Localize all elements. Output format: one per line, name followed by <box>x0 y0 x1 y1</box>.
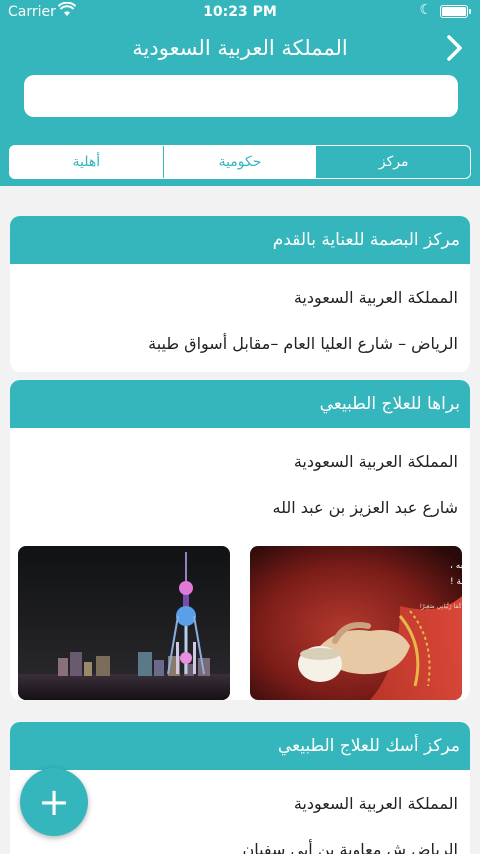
tab-government[interactable]: حكومية <box>162 146 317 178</box>
battery-icon <box>440 5 471 18</box>
center-country: المملكة العربية السعودية <box>293 287 458 307</box>
clock: 10:23 PM <box>203 4 277 20</box>
center-address: الرياض ش معاوية بن أبي سفيان <box>242 839 458 854</box>
search-input[interactable] <box>24 75 458 117</box>
do-not-disturb-icon: ☾ <box>419 2 432 18</box>
center-name: مركز أسك للعلاج الطبيعي <box>10 722 470 770</box>
center-photo-hands[interactable]: ومن كانت بين يديه فليحمد ربه ، فلا زال ع… <box>250 546 462 700</box>
center-card[interactable]: مركز البصمة للعناية بالقدم المملكة العرب… <box>10 216 470 372</box>
category-tabs: أهلية حكومية مركز <box>9 145 471 179</box>
centers-list[interactable]: مركز البصمة للعناية بالقدم المملكة العرب… <box>0 186 480 854</box>
center-card[interactable]: براها للعلاج الطبيعي المملكة العربية الس… <box>10 380 470 700</box>
header: Carrier 10:23 PM ☾ المملكة العربية السعو… <box>0 0 480 186</box>
tab-center[interactable]: مركز <box>316 146 470 178</box>
photo-caption-line-1: ومن كانت بين يديه فليحمد ربه ، <box>450 561 462 571</box>
photo-caption-small: ربِّ ارْحَمْهُمَا كَمَا رَبَّيَانِي صَغِ… <box>420 602 462 610</box>
center-photos: ومن كانت بين يديه فليحمد ربه ، فلا زال ع… <box>10 530 470 700</box>
center-photo-city[interactable] <box>18 546 230 700</box>
page-title: المملكة العربية السعودية <box>132 36 348 60</box>
center-name: مركز البصمة للعناية بالقدم <box>10 216 470 264</box>
center-address: شارع عبد العزيز بن عبد الله <box>272 497 458 517</box>
chevron-right-icon <box>447 35 462 61</box>
tab-private[interactable]: أهلية <box>10 146 163 178</box>
status-bar: Carrier 10:23 PM ☾ <box>0 0 480 24</box>
center-country: المملكة العربية السعودية <box>293 451 458 471</box>
center-address: الرياض – شارع العليا العام –مقابل أسواق … <box>148 333 458 353</box>
back-button[interactable] <box>440 32 468 64</box>
center-name: براها للعلاج الطبيعي <box>10 380 470 428</box>
add-button[interactable]: + <box>20 768 88 836</box>
photo-caption-line-2: فلا زال عنده باب من أبواب الجنة ! <box>450 575 462 587</box>
